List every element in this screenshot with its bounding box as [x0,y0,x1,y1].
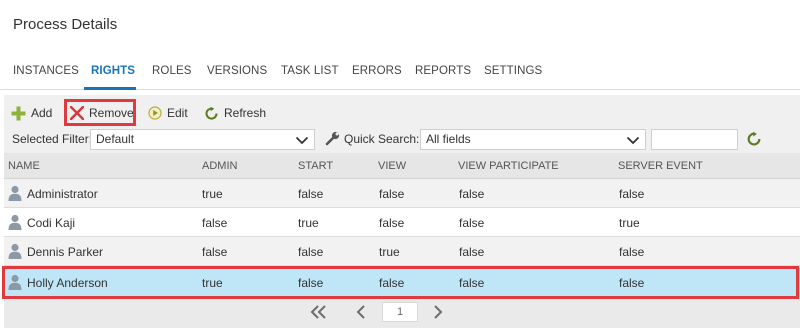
tab-settings[interactable]: SETTINGS [484,65,542,77]
cell-admin: true [202,276,223,290]
column-header-view-participate[interactable]: VIEW PARTICIPATE [458,160,559,172]
cell-view: false [379,276,405,290]
table-row[interactable]: Administrator true false false false fal… [4,179,800,208]
column-header-server-event[interactable]: SERVER EVENT [618,160,703,172]
selected-filter-dropdown[interactable]: Default [90,129,315,150]
refresh-button[interactable]: Refresh [204,104,266,122]
cell-name: Codi Kaji [27,216,76,230]
plus-icon [11,106,26,121]
cell-view: false [379,216,405,230]
play-circle-icon [148,106,162,120]
cell-start: true [298,216,319,230]
page-number-input[interactable]: 1 [382,302,418,322]
edit-button[interactable]: Edit [148,104,188,122]
column-header-view[interactable]: VIEW [378,160,406,172]
cell-start: false [298,245,324,259]
tab-versions[interactable]: VERSIONS [207,65,267,77]
add-label: Add [31,106,53,120]
page-title: Process Details [13,16,118,33]
cell-name: Holly Anderson [27,276,108,290]
tab-bar: INSTANCES RIGHTS ROLES VERSIONS TASK LIS… [0,60,800,90]
cell-server-event: false [619,276,645,290]
table-row[interactable]: Codi Kaji false true false false true [4,208,800,237]
tab-task-list[interactable]: TASK LIST [281,65,339,77]
user-icon [8,243,22,262]
cell-admin: false [202,245,228,259]
cell-view-participate: false [459,276,485,290]
table-row-selected[interactable]: Holly Anderson true false false false fa… [4,268,800,297]
tab-reports[interactable]: REPORTS [415,65,471,77]
remove-highlight-box [64,99,136,126]
add-button[interactable]: Add [11,104,52,122]
table-row[interactable]: Dennis Parker false false true false fal… [4,237,800,266]
column-header-name[interactable]: NAME [8,160,40,172]
cell-view-participate: false [459,216,485,230]
column-header-admin[interactable]: ADMIN [202,160,237,172]
chevron-down-icon [295,133,309,150]
tab-rights[interactable]: RIGHTS [91,65,135,77]
edit-label: Edit [167,106,188,120]
tab-instances[interactable]: INSTANCES [13,65,79,77]
cell-admin: false [202,216,228,230]
chevron-down-icon [626,133,640,150]
quick-search-value: All fields [426,132,471,146]
cell-start: false [298,276,324,290]
grid-header: NAME ADMIN START VIEW VIEW PARTICIPATE S… [4,153,800,179]
quick-search-dropdown[interactable]: All fields [420,129,646,150]
cell-start: false [298,187,324,201]
first-page-icon[interactable] [310,304,328,323]
column-header-start[interactable]: START [298,160,333,172]
active-tab-indicator [84,87,136,90]
tab-roles[interactable]: ROLES [152,65,192,77]
user-icon [8,274,22,293]
quick-search-label: Quick Search: [344,132,420,146]
cell-server-event: false [619,245,645,259]
wrench-icon [325,131,340,149]
cell-admin: true [202,187,223,201]
selected-filter-label: Selected Filter: [12,132,93,146]
cell-view: true [379,245,400,259]
previous-page-icon[interactable] [355,304,367,323]
next-page-icon[interactable] [432,304,444,323]
cell-name: Administrator [27,187,98,201]
cell-server-event: true [619,216,640,230]
cell-view-participate: false [459,245,485,259]
cell-server-event: false [619,187,645,201]
user-icon [8,214,22,233]
selected-filter-value: Default [96,132,135,146]
refresh-search-icon[interactable] [746,131,762,150]
search-input[interactable] [651,129,738,150]
tab-errors[interactable]: ERRORS [352,65,402,77]
user-icon [8,185,22,204]
refresh-icon [204,106,219,121]
refresh-label: Refresh [224,106,267,120]
cell-view: false [379,187,405,201]
cell-name: Dennis Parker [27,245,104,259]
cell-view-participate: false [459,187,485,201]
